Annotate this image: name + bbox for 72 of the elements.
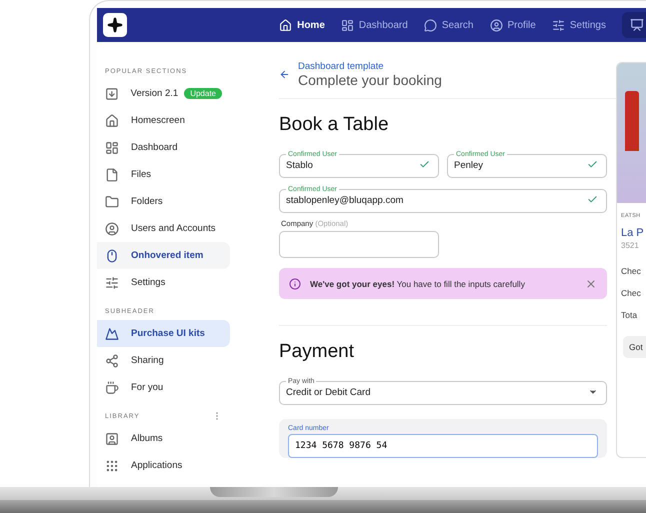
nav-item[interactable]: Home [279, 18, 325, 32]
item-label: Folders [131, 196, 163, 207]
nav-item[interactable]: Settings [552, 18, 606, 32]
item-label: Applications [131, 460, 182, 471]
summary-row-label: Tota [620, 309, 638, 322]
item-label: Purchase UI kits [131, 328, 205, 339]
sidebar-item[interactable]: Purchase UI kits [97, 320, 230, 347]
item-label: Albums [131, 433, 163, 444]
user-icon [105, 222, 119, 236]
nav-item[interactable]: Dashboard [340, 18, 408, 32]
home-icon [279, 18, 292, 32]
sidebar-item[interactable]: Applications [97, 452, 230, 479]
sidebar-item[interactable]: Folders [97, 188, 230, 215]
sidebar-item[interactable]: Version 2.1 Update [97, 80, 230, 107]
item-label: Sharing [131, 355, 164, 366]
item-label: Files [131, 169, 152, 180]
dashboard-icon [340, 18, 354, 32]
close-icon[interactable] [585, 278, 597, 290]
back-arrow-icon[interactable] [279, 68, 290, 80]
select-field[interactable]: Credit or Debit Card [286, 385, 588, 398]
section-heading: Book a Table [279, 114, 389, 136]
summary-row-label: Chec [620, 287, 642, 300]
logo-icon [103, 13, 127, 37]
card-number-field[interactable]: 1234 5678 9876 54 [288, 434, 598, 458]
card-title: La P [620, 226, 645, 239]
folder-icon [105, 194, 119, 208]
download-icon [105, 86, 119, 100]
info-icon [289, 278, 301, 290]
input-field[interactable]: stablopenley@bluqapp.com [286, 193, 587, 206]
sidebar-item[interactable]: Homescreen [97, 107, 230, 134]
sidebar-item[interactable]: Settings [97, 269, 230, 296]
coffee-icon [105, 380, 119, 394]
input-field[interactable]: Stablo [286, 158, 419, 171]
album-icon [105, 432, 119, 446]
dashboard-icon [105, 140, 119, 154]
input-field[interactable]: Penley [454, 158, 587, 171]
presentation-icon [630, 18, 644, 32]
sidebar-item[interactable]: Users and Accounts [97, 215, 230, 242]
item-label: Homescreen [131, 115, 185, 126]
section-heading: Payment [279, 341, 354, 363]
nav-item[interactable]: Search [424, 18, 474, 32]
sidebar-item[interactable]: Sharing [97, 347, 230, 374]
grid-icon [105, 458, 119, 472]
mountain-icon [105, 326, 119, 340]
breadcrumb-link[interactable]: Dashboard template [298, 60, 442, 72]
item-label: For you [131, 382, 164, 393]
nav-item[interactable]: Profile [490, 18, 536, 32]
sidebar-item[interactable]: For you [97, 374, 230, 401]
card-address: 3521 [620, 240, 640, 252]
sidebar-item[interactable]: Files [97, 161, 230, 188]
sidebar-item[interactable]: Dashboard [97, 134, 230, 161]
input-field[interactable] [279, 231, 439, 258]
item-label: Dashboard [131, 142, 178, 153]
sidebar-item[interactable]: Albums [97, 425, 230, 452]
settings-icon [105, 276, 119, 290]
file-icon [105, 168, 119, 182]
home-icon [105, 114, 119, 128]
sidebar-item[interactable]: Onhovered item [97, 242, 230, 269]
alert-message: We've got your eyes! You have to fill the inputs carefully [310, 278, 526, 288]
card-button[interactable]: Got [623, 336, 646, 358]
chat-bubble-icon [424, 18, 437, 32]
item-label: Settings [131, 277, 166, 288]
page-title: Complete your booking [298, 72, 442, 88]
mouse-icon [105, 248, 119, 262]
item-label: Onhovered item [131, 250, 204, 261]
user-icon [490, 18, 502, 32]
update-badge: Update [184, 88, 222, 99]
summary-row-label: Chec [620, 265, 642, 278]
settings-icon [552, 18, 565, 32]
item-label: Users and Accounts [131, 223, 216, 234]
share-icon [105, 354, 119, 368]
item-label: Version 2.1 [130, 88, 178, 99]
